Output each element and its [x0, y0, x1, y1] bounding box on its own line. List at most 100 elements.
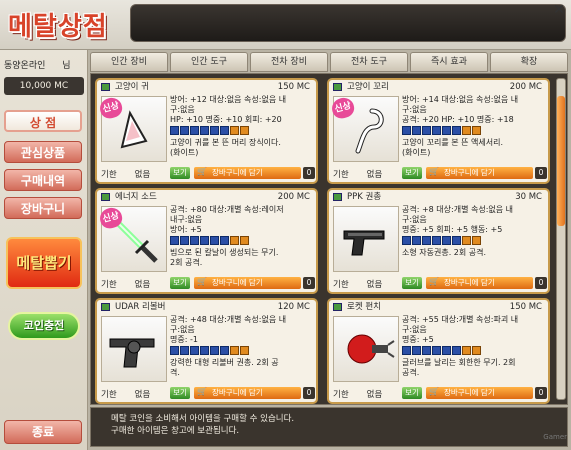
item-price: 200 MC — [509, 82, 542, 92]
item-description: 소형 자동권총. 2회 공격. — [402, 248, 487, 257]
category-icon — [101, 83, 110, 91]
add-to-cart-button[interactable]: 장바구니에 담기 — [194, 276, 301, 289]
view-button[interactable]: 보기 — [402, 277, 422, 289]
chip-icon — [422, 236, 431, 245]
scrollbar-thumb[interactable] — [557, 96, 565, 226]
category-tabs: 인간 장비 인간 도구 전차 장비 전차 도구 즉시 효과 확장 — [90, 52, 568, 72]
chip-icon — [180, 346, 189, 355]
category-icon — [101, 193, 110, 201]
tab-instant-effects[interactable]: 즉시 효과 — [410, 52, 488, 72]
user-name: 동양온라인 님 — [4, 58, 84, 71]
notice-line-1: 메탈 코인을 소비해서 아이템을 구매할 수 있습니다. — [111, 414, 295, 424]
item-name: 로켓 펀치 — [347, 302, 381, 312]
user-name-label: 동양온라인 — [4, 61, 46, 71]
chip-icon — [200, 346, 209, 355]
item-image — [101, 316, 167, 382]
tab-human-tools[interactable]: 인간 도구 — [170, 52, 248, 72]
item-description: 고양이 꼬리를 본 뜬 액세서리. (화이트) — [402, 138, 504, 157]
period-value: 없음 — [134, 170, 151, 180]
chip-icon — [472, 236, 481, 245]
cart-count: 0 — [535, 167, 547, 179]
stat-chips — [170, 236, 249, 245]
item-name: PPK 권총 — [347, 192, 382, 202]
period-label: 기한 — [333, 170, 349, 180]
add-to-cart-button[interactable]: 장바구니에 담기 — [426, 386, 533, 399]
view-button[interactable]: 보기 — [170, 167, 190, 179]
user-suffix: 님 — [62, 61, 71, 71]
item-name: 고양이 꼬리 — [347, 82, 389, 92]
add-to-cart-button[interactable]: 장바구니에 담기 — [194, 166, 301, 179]
period-label: 기한 — [101, 170, 117, 180]
tab-expansion[interactable]: 확장 — [490, 52, 568, 72]
nav-purchase-history[interactable]: 구매내역 — [4, 169, 82, 191]
item-period: 기한 없음 — [333, 278, 382, 290]
item-stats: 방어: +12 대상:없음 속성:없음 내 구:없음 HP: +10 명중: +… — [170, 95, 287, 124]
add-to-cart-button[interactable]: 장바구니에 담기 — [426, 166, 533, 179]
chip-icon — [170, 346, 179, 355]
view-button[interactable]: 보기 — [170, 277, 190, 289]
tab-tank-equipment[interactable]: 전차 장비 — [250, 52, 328, 72]
item-card[interactable]: 로켓 펀치 150 MC 공격: +55 대상:개별 속성:파괴 내 구:없음 명… — [327, 298, 550, 404]
item-card[interactable]: UDAR 리볼버 120 MC 공격: +48 대상:개별 속성:없음 내 구:없… — [95, 298, 318, 404]
item-card[interactable]: PPK 권총 30 MC 공격: +8 대상:개별 속성:없음 내 구:없음 명중… — [327, 188, 550, 294]
item-price: 30 MC — [515, 192, 542, 202]
add-to-cart-button[interactable]: 장바구니에 담기 — [194, 386, 301, 399]
chip-icon — [472, 346, 481, 355]
rocket-punch-icon — [347, 334, 395, 364]
nav-wishlist[interactable]: 관심상품 — [4, 141, 82, 163]
item-price: 150 MC — [509, 302, 542, 312]
item-period: 기한 없음 — [333, 168, 382, 180]
item-card[interactable]: 고양이 귀 150 MC 신상 방어: +12 대상:없음 속성:없음 내 구:없… — [95, 78, 318, 184]
chip-icon — [442, 346, 451, 355]
view-button[interactable]: 보기 — [170, 387, 190, 399]
stat-chips — [402, 236, 481, 245]
category-icon — [333, 83, 342, 91]
category-icon — [333, 193, 342, 201]
period-label: 기한 — [101, 390, 117, 400]
add-to-cart-button[interactable]: 장바구니에 담기 — [426, 276, 533, 289]
item-header: PPK 권총 30 MC — [329, 190, 548, 204]
header-banner — [130, 4, 566, 42]
cart-count: 0 — [303, 277, 315, 289]
metal-gacha-button[interactable]: 메탈뽑기 — [6, 237, 82, 289]
exit-button[interactable]: 종료 — [4, 420, 82, 444]
pistol-icon — [343, 230, 385, 256]
item-period: 기한 없음 — [333, 388, 382, 400]
chip-icon — [230, 126, 239, 135]
chip-icon — [412, 346, 421, 355]
item-header: 고양이 꼬리 200 MC — [329, 80, 548, 94]
chip-icon — [170, 236, 179, 245]
coin-charge-button[interactable]: 코인충전 — [8, 312, 80, 340]
nav-shop[interactable]: 상 점 — [4, 110, 82, 132]
coin-balance: 10,000 MC — [4, 77, 84, 95]
chip-icon — [452, 236, 461, 245]
chip-icon — [180, 236, 189, 245]
period-value: 없음 — [134, 390, 151, 400]
chip-icon — [432, 236, 441, 245]
close-icon[interactable]: ✕ — [548, 0, 570, 20]
view-button[interactable]: 보기 — [402, 167, 422, 179]
item-card[interactable]: 고양이 꼬리 200 MC 신상 방어: +14 대상:없음 속성:없음 내 구:… — [327, 78, 550, 184]
tab-tank-tools[interactable]: 전차 도구 — [330, 52, 408, 72]
tab-human-equipment[interactable]: 인간 장비 — [90, 52, 168, 72]
category-icon — [333, 303, 342, 311]
chip-icon — [452, 346, 461, 355]
chip-icon — [462, 346, 471, 355]
item-card[interactable]: 에너지 소드 200 MC 신상 공격: +80 대상:개별 속성:레이저 내구:… — [95, 188, 318, 294]
category-icon — [101, 303, 110, 311]
chip-icon — [402, 126, 411, 135]
chip-icon — [220, 236, 229, 245]
item-price: 200 MC — [277, 192, 310, 202]
cart-count: 0 — [535, 277, 547, 289]
chip-icon — [422, 346, 431, 355]
item-name: 에너지 소드 — [115, 192, 157, 202]
nav-cart[interactable]: 장바구니 — [4, 197, 82, 219]
item-price: 150 MC — [277, 82, 310, 92]
item-period: 기한 없음 — [101, 388, 150, 400]
period-label: 기한 — [333, 280, 349, 290]
view-button[interactable]: 보기 — [402, 387, 422, 399]
chip-icon — [170, 126, 179, 135]
period-label: 기한 — [101, 280, 117, 290]
period-value: 없음 — [134, 280, 151, 290]
chip-icon — [432, 126, 441, 135]
